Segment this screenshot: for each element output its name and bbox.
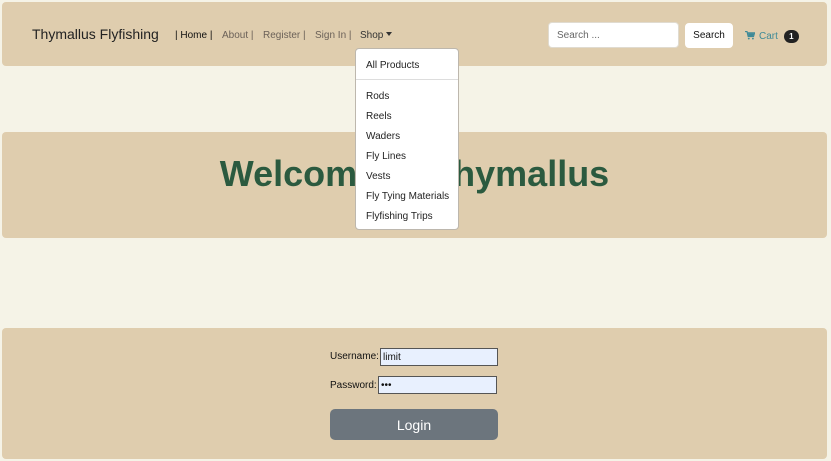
- nav-link-register[interactable]: Register |: [263, 30, 306, 41]
- menu-divider: [356, 79, 458, 80]
- menu-item-waders[interactable]: Waders: [366, 131, 400, 142]
- menu-item-rods[interactable]: Rods: [366, 91, 389, 102]
- menu-item-fly-tying-materials[interactable]: Fly Tying Materials: [366, 191, 449, 202]
- nav-link-about[interactable]: About |: [222, 30, 254, 41]
- password-field[interactable]: [378, 376, 497, 394]
- login-panel: Username: Password: Login: [2, 328, 827, 459]
- menu-item-all-products[interactable]: All Products: [366, 60, 419, 71]
- cart-count-badge: 1: [783, 30, 799, 43]
- nav-link-sign-in[interactable]: Sign In |: [315, 30, 352, 41]
- menu-item-fly-lines[interactable]: Fly Lines: [366, 151, 406, 162]
- search-button[interactable]: Search: [685, 23, 733, 48]
- cart-label: Cart: [759, 31, 778, 42]
- brand-logo-text[interactable]: Thymallus Flyfishing: [32, 26, 159, 42]
- menu-item-reels[interactable]: Reels: [366, 111, 392, 122]
- menu-item-vests[interactable]: Vests: [366, 171, 390, 182]
- nav-link-home[interactable]: | Home |: [175, 30, 212, 41]
- menu-item-flyfishing-trips[interactable]: Flyfishing Trips: [366, 211, 433, 222]
- shopping-cart-icon: [745, 31, 755, 40]
- username-label: Username:: [330, 351, 379, 362]
- nav-dropdown-shop[interactable]: Shop: [360, 30, 393, 41]
- cart-link[interactable]: Cart 1: [745, 30, 799, 43]
- search-input[interactable]: [548, 22, 679, 48]
- caret-down-icon: [386, 32, 393, 36]
- login-button[interactable]: Login: [330, 409, 498, 440]
- username-field[interactable]: [380, 348, 498, 366]
- password-label: Password:: [330, 380, 377, 391]
- shop-label: Shop: [360, 30, 384, 41]
- shop-dropdown-menu: All Products Rods Reels Waders Fly Lines…: [355, 48, 459, 230]
